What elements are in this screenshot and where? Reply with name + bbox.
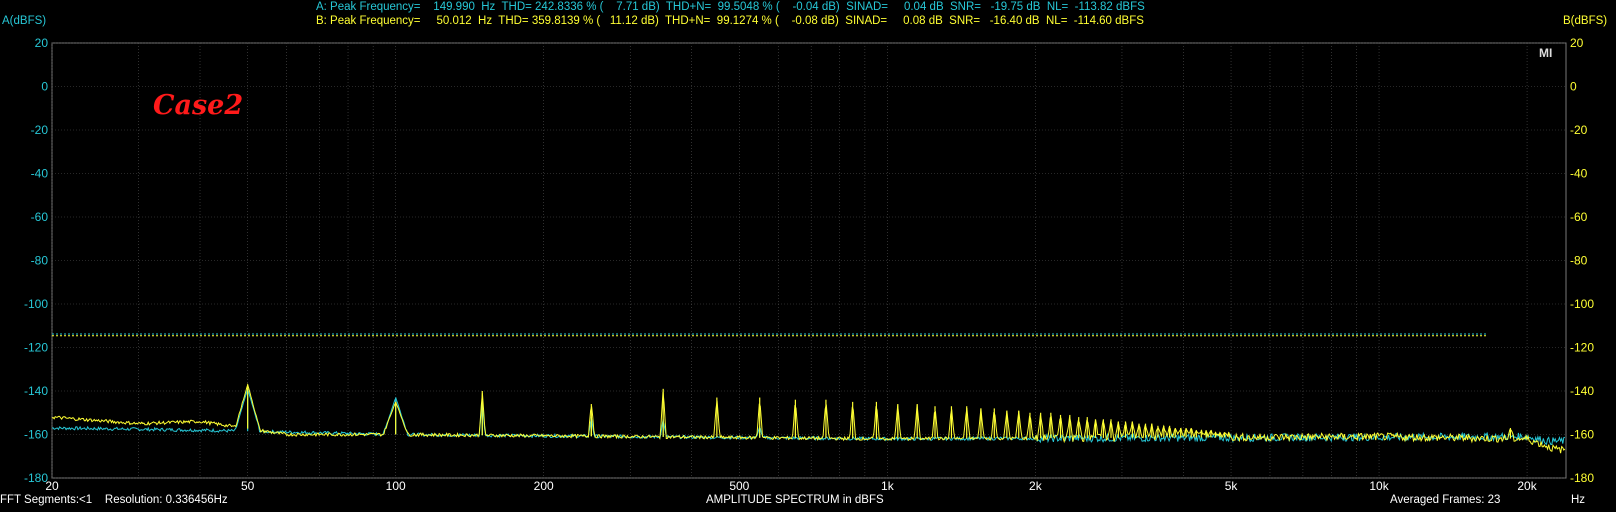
y-tick-label-right: 20 [1570,36,1584,50]
y-tick-label-left: 0 [41,80,48,94]
series-b-stats: B: Peak Frequency= 50.012 Hz THD= 359.81… [316,15,1144,27]
y-tick-label-left: -160 [24,428,48,442]
y-tick-label-right: -160 [1570,428,1594,442]
y-tick-label-right: -40 [1570,167,1588,181]
footer-title: AMPLITUDE SPECTRUM in dBFS [706,494,884,506]
y-tick-label-left: -80 [31,254,49,268]
x-tick-label: 20 [45,479,59,493]
y-tick-label-left: -140 [24,384,48,398]
mi-badge: MI [1539,46,1553,60]
y-tick-label-left: -60 [31,210,49,224]
y-tick-label-right: -120 [1570,341,1594,355]
left-axis-label: A(dBFS) [2,15,47,27]
y-tick-label-right: -100 [1570,297,1594,311]
case-annotation: Case2 [153,90,244,121]
x-tick-label: 20k [1517,479,1537,493]
x-tick-label: 500 [729,479,749,493]
y-tick-label-left: -40 [31,167,49,181]
trace-a [51,387,1566,446]
y-tick-label-right: 0 [1570,80,1577,94]
series-a-stats: A: Peak Frequency= 149.990 Hz THD= 242.8… [316,1,1145,13]
y-tick-label-right: -140 [1570,384,1594,398]
footer-averaged-frames: Averaged Frames: 23 [1390,494,1501,506]
y-tick-label-right: -180 [1570,471,1594,485]
y-tick-label-right: -80 [1570,254,1588,268]
spectrum-chart: 20 200 0-20 -20-40 -40-60 -60-80 -80-100 -100-1… [24,36,1594,493]
x-tick-label: 100 [386,479,406,493]
footer-unit: Hz [1571,494,1586,506]
y-tick-label-right: -60 [1570,210,1588,224]
y-tick-label-left: 20 [35,36,49,50]
x-tick-label: 5k [1225,479,1239,493]
x-tick-label: 1k [881,479,895,493]
x-tick-label: 200 [534,479,554,493]
x-tick-label: 10k [1369,479,1389,493]
y-tick-label-left: -20 [31,123,49,137]
footer-resolution: FFT Segments:<1 Resolution: 0.336456Hz [0,494,228,506]
y-tick-label-right: -20 [1570,123,1588,137]
trace-b [51,383,1566,454]
y-tick-label-left: -100 [24,297,48,311]
x-tick-label: 2k [1029,479,1043,493]
y-tick-label-left: -120 [24,341,48,355]
right-axis-label: B(dBFS) [1563,15,1608,27]
x-tick-label: 50 [241,479,255,493]
